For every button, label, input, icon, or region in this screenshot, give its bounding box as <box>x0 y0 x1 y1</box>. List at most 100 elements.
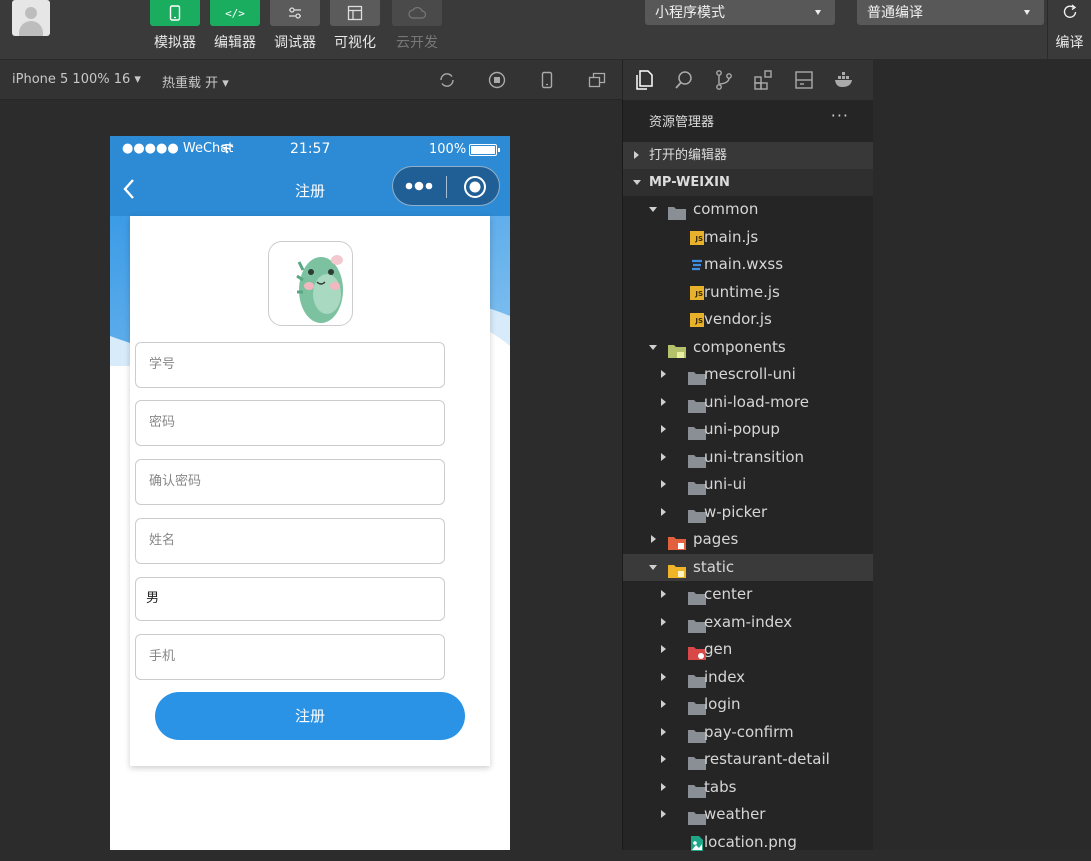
tree-item[interactable]: pages <box>623 526 874 553</box>
visual-toggle[interactable]: 可视化 <box>330 0 380 52</box>
tree-item[interactable]: JS runtime.js <box>623 279 874 306</box>
editor-area <box>873 60 1091 850</box>
chevron-right-icon <box>661 782 666 791</box>
tree-item-label: center <box>704 585 753 603</box>
tree-item[interactable]: weather <box>623 801 874 828</box>
gender-picker[interactable]: 男 <box>135 577 445 621</box>
close-circle-icon[interactable] <box>463 175 487 203</box>
chevron-right-icon <box>651 535 656 543</box>
tree-item[interactable]: uni-popup <box>623 416 874 443</box>
tree-item[interactable]: uni-ui <box>623 471 874 498</box>
storage-icon[interactable] <box>793 69 815 91</box>
carrier-label: ●●●●● WeChat <box>122 141 234 156</box>
phone-input[interactable]: 手机 <box>135 634 445 680</box>
cloud-icon <box>392 0 442 26</box>
simulator-toggle[interactable]: 模拟器 <box>150 0 200 52</box>
extensions-icon[interactable] <box>753 69 775 91</box>
password-input[interactable]: 密码 <box>135 400 445 446</box>
device-select[interactable]: iPhone 5 100% 16 ▾ <box>12 72 141 87</box>
simulator-area: ●●●●● WeChat 21:57 100% 注册 学号 密码 确认密码 姓名… <box>0 100 622 850</box>
tree-item[interactable]: static <box>623 553 874 581</box>
tree-item[interactable]: exam-index <box>623 609 874 636</box>
tree-item[interactable]: restaurant-detail <box>623 746 874 773</box>
tree-item[interactable]: center <box>623 581 874 608</box>
search-icon[interactable] <box>673 69 695 91</box>
tree-item[interactable]: JS main.js <box>623 224 874 251</box>
mode-select[interactable]: 小程序模式 <box>645 0 835 25</box>
tree-item[interactable]: tabs <box>623 774 874 801</box>
tree-item-label: uni-transition <box>704 447 805 466</box>
confirm-password-input[interactable]: 确认密码 <box>135 459 445 505</box>
chevron-right-icon <box>661 590 666 598</box>
cloud-dev-label: 云开发 <box>396 35 438 51</box>
tree-item-label: main.js <box>704 227 759 246</box>
avatar[interactable] <box>12 0 50 36</box>
debugger-toggle[interactable]: 调试器 <box>270 0 320 52</box>
compile-mode-select[interactable]: 普通编译 <box>857 0 1044 25</box>
capsule-divider <box>446 176 447 198</box>
tree-item[interactable]: uni-transition <box>623 444 874 471</box>
tree-item[interactable]: JS vendor.js <box>623 306 874 333</box>
rotate-icon[interactable] <box>438 71 456 89</box>
chevron-down-icon <box>633 180 641 185</box>
stop-icon[interactable] <box>488 71 506 89</box>
tree-item[interactable]: pay-confirm <box>623 719 874 746</box>
tree-item-label: login <box>704 695 741 713</box>
project-section[interactable]: MP-WEIXIN <box>623 169 874 196</box>
source-control-icon[interactable] <box>713 69 735 91</box>
detach-window-icon[interactable] <box>588 71 606 89</box>
phone-icon <box>150 0 200 26</box>
static-folder-icon <box>668 560 686 578</box>
tree-item[interactable]: main.wxss <box>623 251 874 278</box>
phone-screen: ●●●●● WeChat 21:57 100% 注册 学号 密码 确认密码 姓名… <box>110 136 510 850</box>
js-file-icon: JS <box>690 285 704 300</box>
compile-label: 编译 <box>1055 35 1084 51</box>
refresh-icon <box>1048 3 1091 26</box>
compile-mode-value: 普通编译 <box>867 5 923 21</box>
register-button[interactable]: 注册 <box>155 692 465 740</box>
hot-reload-toggle[interactable]: 热重载 开 ▾ <box>162 72 229 91</box>
tree-item[interactable]: uni-load-more <box>623 389 874 416</box>
student-id-input[interactable]: 学号 <box>135 342 445 388</box>
compile-button[interactable]: 编译 <box>1047 0 1091 60</box>
tree-item[interactable]: w-picker <box>623 499 874 526</box>
more-dots-icon[interactable] <box>405 178 435 198</box>
folder-open-icon <box>668 202 686 220</box>
open-editors-section[interactable]: 打开的编辑器 <box>623 142 874 169</box>
editor-toggle[interactable]: </> 编辑器 <box>210 0 260 52</box>
tree-item[interactable]: common <box>623 196 874 223</box>
status-bar: ●●●●● WeChat 21:57 100% <box>110 136 510 164</box>
chevron-right-icon <box>661 452 666 461</box>
register-page: 学号 密码 确认密码 姓名 男 手机 注册 <box>110 216 510 850</box>
phone-preview-icon[interactable] <box>538 71 556 89</box>
clock: 21:57 <box>290 141 331 157</box>
battery-icon <box>469 144 500 156</box>
tree-item-label: exam-index <box>704 612 793 631</box>
tree-item[interactable]: gen <box>623 636 874 663</box>
device-label: iPhone 5 100% 16 <box>12 72 131 87</box>
name-input[interactable]: 姓名 <box>135 518 445 564</box>
docker-icon[interactable] <box>833 69 855 91</box>
project-label: MP-WEIXIN <box>649 175 730 190</box>
tree-item-label: common <box>693 200 759 218</box>
tree-item[interactable]: login <box>623 691 874 718</box>
tree-item[interactable]: location.png <box>623 829 874 856</box>
top-toolbar: 模拟器 </> 编辑器 调试器 可视化 云开发 小程序模式 普通编译 编译 <box>0 0 1091 60</box>
chevron-down-icon <box>649 344 657 350</box>
chevron-right-icon <box>661 755 666 763</box>
tree-item[interactable]: components <box>623 334 874 361</box>
capsule-menu <box>392 166 500 206</box>
more-actions-icon[interactable]: ··· <box>831 106 849 125</box>
chevron-right-icon <box>661 480 666 488</box>
code-icon: </> <box>210 0 260 26</box>
tree-item[interactable]: mescroll-uni <box>623 361 874 388</box>
tree-item-label: index <box>704 667 746 686</box>
tree-item-label: w-picker <box>704 502 768 521</box>
tree-item[interactable]: index <box>623 664 874 691</box>
files-icon[interactable] <box>633 69 655 91</box>
tree-item-label: mescroll-uni <box>704 365 796 383</box>
cloud-dev-toggle[interactable]: 云开发 <box>392 0 442 52</box>
tree-item-label: main.wxss <box>704 255 784 273</box>
chevron-down-icon <box>649 564 657 570</box>
chevron-right-icon <box>661 507 666 516</box>
